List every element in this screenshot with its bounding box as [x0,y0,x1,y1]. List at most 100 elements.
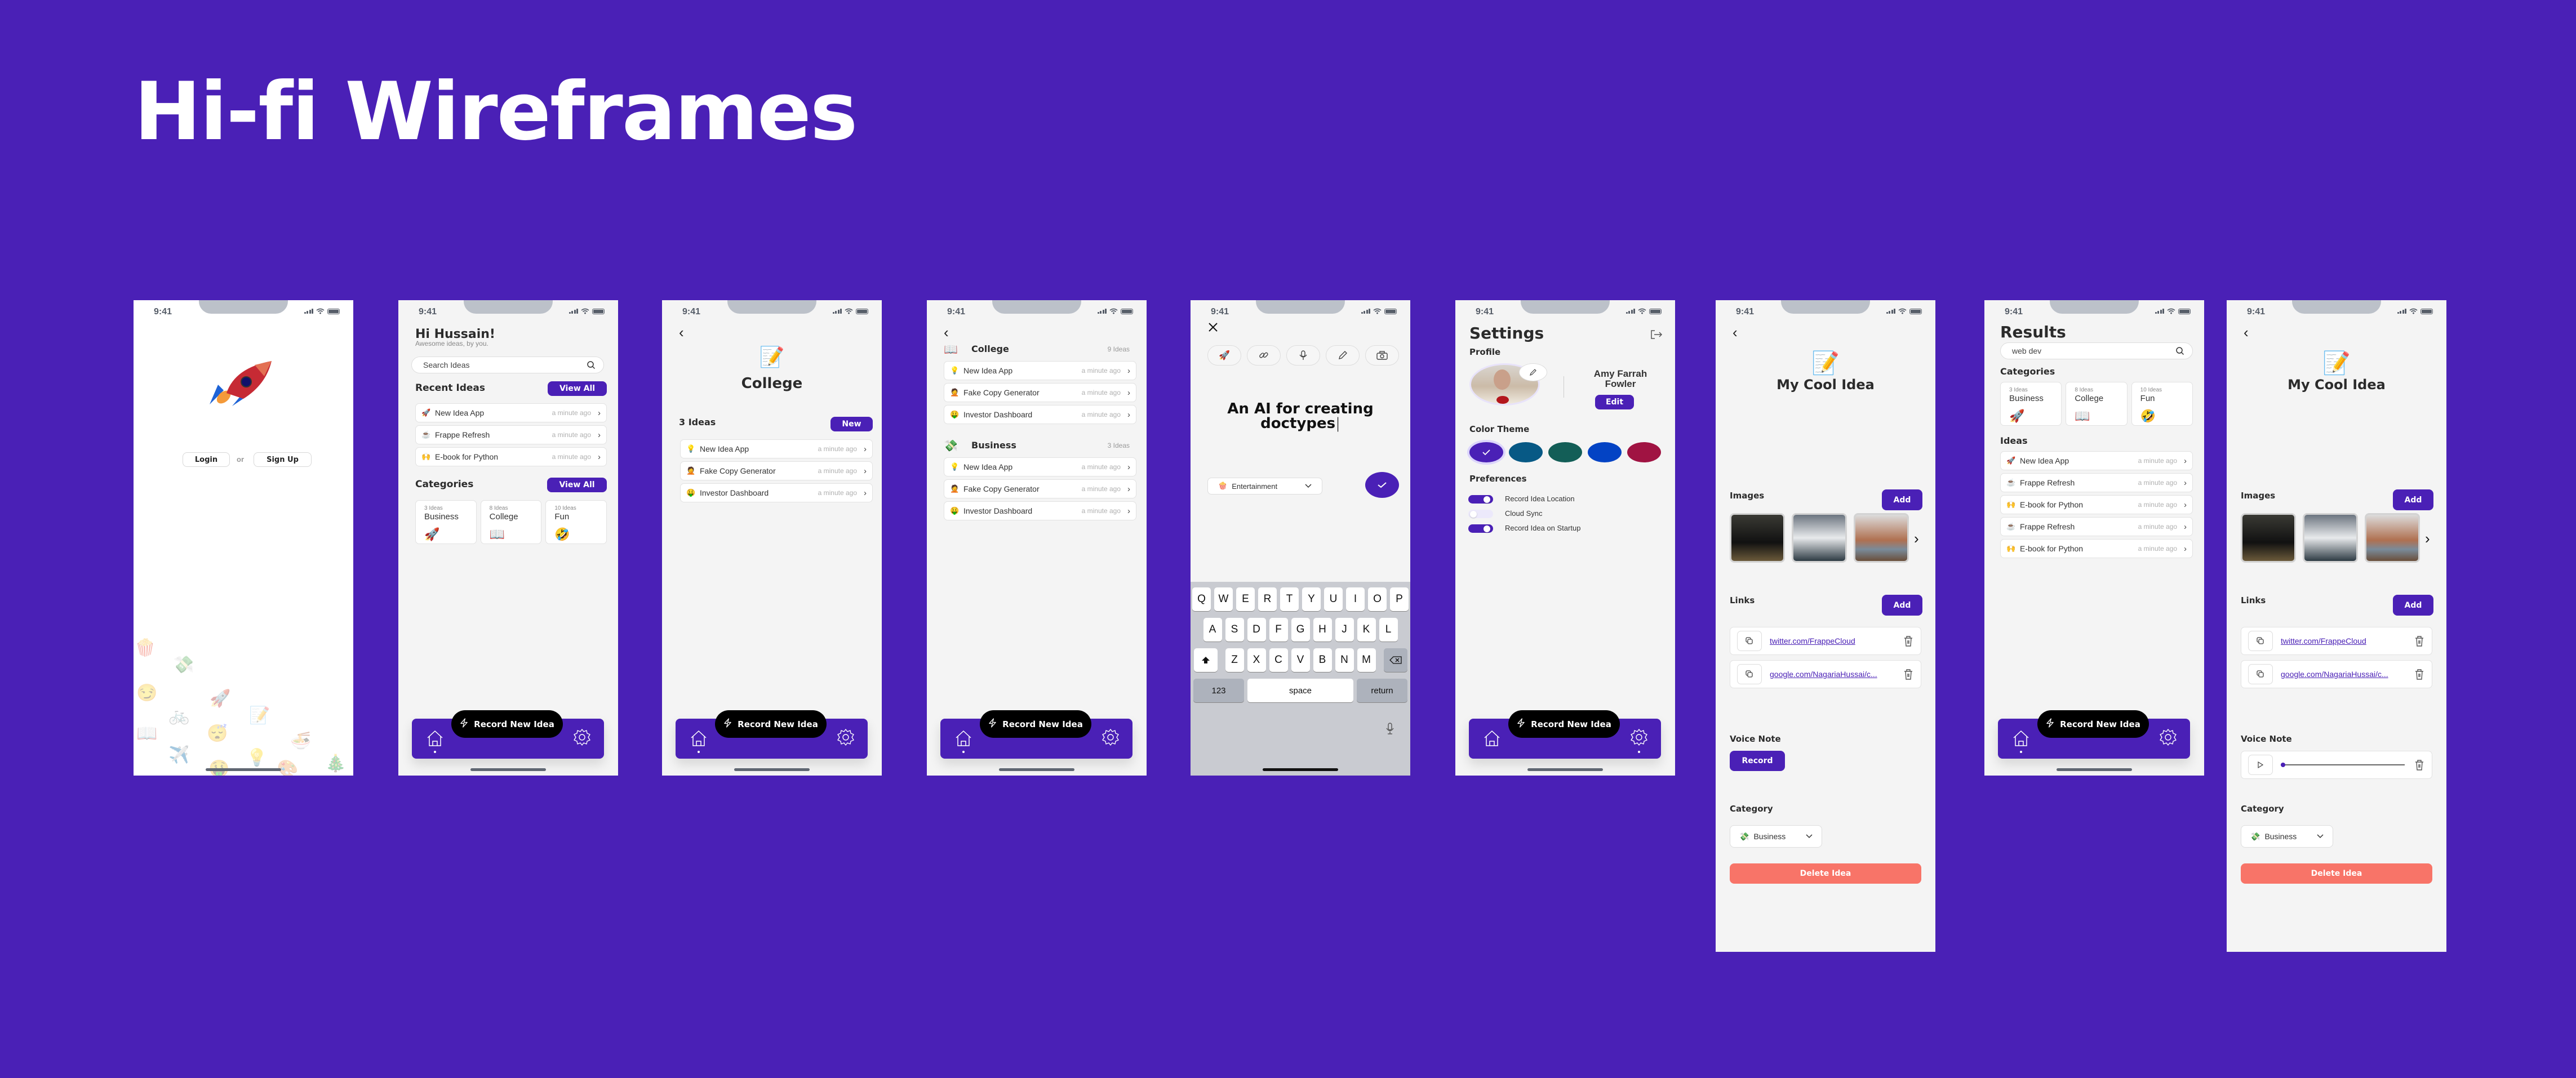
idea-text-input[interactable]: An AI for creating doctypes| [1202,402,1399,431]
idea-row[interactable]: 🤑 Investor Dashboard a minute ago › [944,501,1136,520]
image-thumbnail[interactable] [2303,513,2358,563]
key[interactable]: D [1247,618,1266,642]
key[interactable]: O [1368,587,1387,611]
key[interactable]: T [1280,587,1299,611]
key[interactable]: J [1335,618,1354,642]
category-card[interactable]: 8 Ideas College 📖 [480,500,542,544]
login-button[interactable]: Login [183,452,230,467]
record-voice-button[interactable]: Record [1730,751,1785,771]
gear-icon[interactable] [1629,728,1649,747]
back-icon[interactable]: ‹ [2244,324,2249,341]
back-icon[interactable]: ‹ [944,324,949,341]
key[interactable]: W [1214,587,1233,611]
voice-progress-slider[interactable] [2281,761,2410,768]
idea-row[interactable]: 🙌 E-book for Python a minute ago › [2000,495,2193,514]
idea-row[interactable]: 🙌 E-book for Python a minute ago › [415,447,607,466]
key[interactable]: V [1291,648,1310,672]
search-input[interactable]: Search Ideas [411,357,604,373]
home-icon[interactable] [1482,729,1502,748]
space-key[interactable]: space [1247,679,1353,702]
record-new-idea-button[interactable]: Record New Idea [1508,710,1620,738]
idea-row[interactable]: 🤑 Investor Dashboard a minute ago › [680,483,873,502]
image-thumbnail[interactable] [1792,513,1847,563]
trash-icon[interactable] [2414,668,2425,680]
category-card[interactable]: 10 Ideas Fun 🤣 [545,500,607,544]
play-button[interactable] [2248,755,2273,775]
trash-icon[interactable] [2414,635,2425,647]
edit-avatar-button[interactable] [1519,363,1547,381]
idea-row[interactable]: 🤦 Fake Copy Generator a minute ago › [680,461,873,480]
record-new-idea-button[interactable]: Record New Idea [715,710,827,738]
key[interactable]: E [1236,587,1255,611]
return-key[interactable]: return [1357,679,1407,702]
trash-icon[interactable] [1903,635,1914,647]
dictation-icon[interactable] [1385,723,1394,738]
key[interactable]: C [1269,648,1288,672]
copy-icon[interactable] [1737,664,1762,684]
theme-swatch[interactable] [1627,442,1661,462]
home-icon[interactable] [689,729,708,748]
key[interactable]: K [1357,618,1376,642]
key[interactable]: U [1324,587,1343,611]
image-thumbnail[interactable] [1854,513,1909,563]
idea-row[interactable]: 💡 New Idea App a minute ago › [944,457,1136,476]
gear-icon[interactable] [572,728,592,747]
key[interactable]: A [1203,618,1222,642]
category-select[interactable]: 💸 Business [2241,825,2333,848]
idea-row[interactable]: 🤑 Investor Dashboard a minute ago › [944,405,1136,424]
key[interactable]: R [1258,587,1277,611]
key[interactable]: H [1313,618,1332,642]
key[interactable]: M [1357,648,1376,672]
idea-row[interactable]: 🙌 E-book for Python a minute ago › [2000,539,2193,558]
preference-toggle[interactable] [1468,495,1493,504]
theme-swatch[interactable] [1509,442,1543,462]
idea-row[interactable]: 💡 New Idea App a minute ago › [680,439,873,458]
gear-icon[interactable] [2158,728,2178,747]
backspace-key[interactable] [1383,648,1407,672]
key[interactable]: Q [1192,587,1211,611]
image-thumbnail[interactable] [1730,513,1785,563]
delete-idea-button[interactable]: Delete Idea [2241,863,2432,884]
image-thumbnail[interactable] [2241,513,2296,563]
emoji-tool-button[interactable]: 🚀 [1207,345,1241,366]
voice-tool-button[interactable] [1286,345,1320,366]
view-all-categories-button[interactable]: View All [547,478,607,492]
copy-icon[interactable] [2248,664,2273,684]
image-thumbnail[interactable] [2365,513,2420,563]
link-url[interactable]: twitter.com/FrappeCloud [2281,636,2410,645]
back-icon[interactable]: ‹ [1733,324,1738,341]
category-select[interactable]: 💸 Business [1730,825,1822,848]
key[interactable]: S [1225,618,1244,642]
idea-row[interactable]: ☕ Frappe Refresh a minute ago › [2000,473,2193,492]
copy-icon[interactable] [2248,631,2273,651]
category-select[interactable]: 🍿 Entertainment [1207,478,1322,495]
key[interactable]: L [1379,618,1398,642]
logout-icon[interactable] [1650,329,1663,342]
category-card[interactable]: 3 Ideas Business 🚀 [415,500,477,544]
key[interactable]: P [1390,587,1409,611]
idea-row[interactable]: 💡 New Idea App a minute ago › [944,361,1136,380]
signup-button[interactable]: Sign Up [254,452,312,467]
category-card[interactable]: 10 Ideas Fun 🤣 [2131,382,2193,426]
idea-row[interactable]: ☕ Frappe Refresh a minute ago › [415,425,607,444]
back-icon[interactable]: ‹ [679,324,684,341]
save-idea-button[interactable] [1365,472,1399,498]
view-all-ideas-button[interactable]: View All [548,381,607,396]
key[interactable]: B [1313,648,1332,672]
next-images-icon[interactable]: › [1914,530,1919,547]
key[interactable]: G [1291,618,1310,642]
preference-toggle[interactable] [1468,524,1493,533]
add-link-button[interactable]: Add [2393,595,2433,616]
category-card[interactable]: 3 Ideas Business 🚀 [2000,382,2062,426]
link-url[interactable]: google.com/NagariaHussai/c... [1770,670,1899,679]
add-link-button[interactable]: Add [1882,595,1922,616]
shift-key[interactable] [1193,648,1218,672]
preference-toggle[interactable] [1468,510,1493,518]
link-url[interactable]: google.com/NagariaHussai/c... [2281,670,2410,679]
home-icon[interactable] [954,729,973,748]
key[interactable]: N [1335,648,1354,672]
record-new-idea-button[interactable]: Record New Idea [451,710,563,738]
delete-voice-icon[interactable] [2414,759,2425,771]
theme-swatch[interactable] [1588,442,1622,462]
link-url[interactable]: twitter.com/FrappeCloud [1770,636,1899,645]
